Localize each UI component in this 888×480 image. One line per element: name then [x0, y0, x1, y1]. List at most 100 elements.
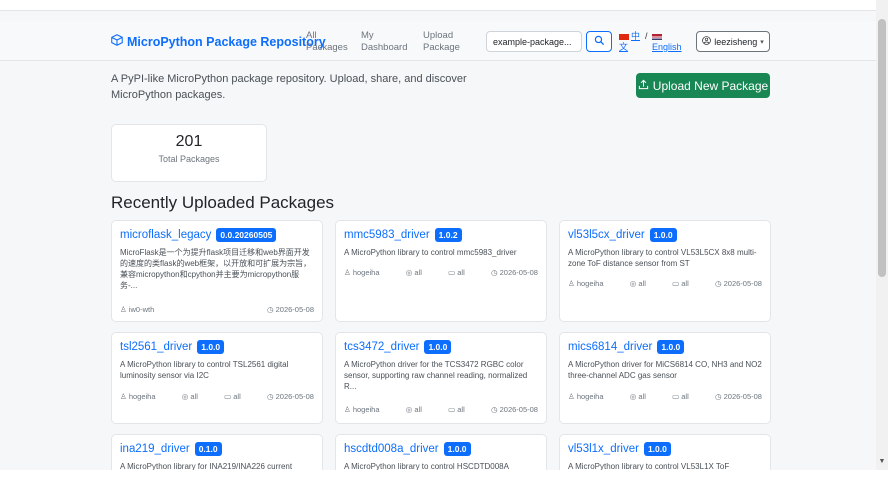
package-date: ◷ 2026-05-08 — [714, 392, 762, 401]
date-text: 2026-05-08 — [499, 405, 538, 414]
date-text: 2026-05-08 — [275, 305, 314, 314]
package-name-link[interactable]: hscdtd008a_driver — [344, 443, 439, 455]
date-text: 2026-05-08 — [275, 392, 314, 401]
nav-dash-line2: Dashboard — [361, 42, 408, 53]
scrollbar-thumb[interactable] — [878, 19, 886, 277]
lang-chinese-link[interactable]: 中 文 — [619, 31, 640, 53]
navbar: MicroPython Package Repository All Packa… — [0, 21, 876, 61]
platform-text: all — [638, 279, 646, 288]
search-icon — [594, 33, 605, 51]
package-firmware: ▭ all — [672, 392, 689, 401]
author-name: hogeiha — [128, 392, 156, 401]
author-name: hogeiha — [352, 405, 380, 414]
package-card[interactable]: ina219_driver 0.1.0 A MicroPython library… — [111, 434, 323, 470]
search-button[interactable] — [586, 31, 612, 52]
package-platform: ◎ all — [405, 268, 422, 277]
upload-button-label: Upload New Package — [652, 78, 769, 93]
package-author: ♙ hogeiha — [344, 405, 380, 414]
package-name-link[interactable]: vl53l5cx_driver — [568, 229, 645, 241]
upload-new-package-button[interactable]: Upload New Package — [636, 73, 770, 98]
browser-top-strip — [0, 0, 876, 11]
version-badge: 1.0.0 — [649, 228, 677, 242]
author-name: iw0-wth — [128, 305, 155, 314]
package-description: A MicroPython driver for the TCS3472 RGB… — [344, 360, 528, 391]
caret-down-icon: ▾ — [760, 38, 764, 46]
nav-upload-package[interactable]: Upload Package — [423, 30, 460, 54]
package-description: A MicroPython library to control TSL2561… — [120, 360, 289, 380]
package-description: MicroFlask是一个为提升flask项目迁移和web界面开发的速度的类fl… — [120, 248, 312, 290]
package-meta: ♙ hogeiha ◎ all ▭ all ◷ 2026-05-08 — [568, 392, 762, 401]
page-viewport: MicroPython Package Repository All Packa… — [0, 0, 876, 470]
package-platform: ◎ all — [629, 279, 646, 288]
platform-text: all — [190, 392, 198, 401]
package-card[interactable]: vl53l1x_driver 1.0.0 A MicroPython librar… — [559, 434, 771, 470]
package-meta: ♙ hogeiha ◎ all ▭ all ◷ 2026-05-08 — [344, 268, 538, 277]
package-description: A MicroPython library to control mmc5983… — [344, 248, 517, 257]
version-badge: 1.0.2 — [434, 228, 462, 242]
package-card[interactable]: hscdtd008a_driver 1.0.0 A MicroPython lib… — [335, 434, 547, 470]
user-menu-button[interactable]: leezisheng ▾ — [696, 31, 770, 52]
platform-text: all — [414, 268, 422, 277]
package-card[interactable]: tsl2561_driver 1.0.0 A MicroPython librar… — [111, 332, 323, 424]
firmware-text: all — [681, 279, 689, 288]
date-text: 2026-05-08 — [723, 392, 762, 401]
firmware-text: all — [457, 268, 465, 277]
package-description: A MicroPython library for INA219/INA226 … — [120, 462, 293, 470]
version-badge: 0.0.20260505 — [216, 228, 277, 242]
date-text: 2026-05-08 — [499, 268, 538, 277]
package-card[interactable]: mics6814_driver 1.0.0 A MicroPython drive… — [559, 332, 771, 424]
platform-text: all — [414, 405, 422, 414]
brand-link[interactable]: MicroPython Package Repository — [111, 34, 326, 49]
package-description: A MicroPython driver for MiCS6814 CO, NH… — [568, 360, 762, 380]
package-card[interactable]: microflask_legacy 0.0.20260505 MicroFlask… — [111, 220, 323, 322]
platform-text: all — [638, 392, 646, 401]
package-firmware: ▭ all — [448, 268, 465, 277]
package-card[interactable]: tcs3472_driver 1.0.0 A MicroPython driver… — [335, 332, 547, 424]
nav-my-dashboard[interactable]: My Dashboard — [361, 30, 407, 54]
user-icon — [702, 36, 712, 47]
package-meta: ♙ hogeiha ◎ all ▭ all ◷ 2026-05-08 — [120, 392, 314, 401]
package-meta: ♙ hogeiha ◎ all ▭ all ◷ 2026-05-08 — [344, 405, 538, 414]
package-icon — [111, 34, 123, 49]
search-input[interactable] — [486, 31, 582, 52]
lang-zh-top: 中 — [631, 31, 641, 41]
nav-upload-line1: Upload — [423, 30, 454, 41]
version-badge: 1.0.0 — [443, 442, 471, 456]
package-meta: ♙ hogeiha ◎ all ▭ all ◷ 2026-05-08 — [568, 279, 762, 288]
date-text: 2026-05-08 — [723, 279, 762, 288]
package-name-link[interactable]: mics6814_driver — [568, 341, 652, 353]
package-card[interactable]: mmc5983_driver 1.0.2 A MicroPython librar… — [335, 220, 547, 322]
lang-separator: / — [645, 31, 648, 41]
package-author: ♙ iw0-wth — [120, 305, 155, 314]
package-author: ♙ hogeiha — [568, 392, 604, 401]
brand-text: MicroPython Package Repository — [127, 34, 326, 49]
nav-all-line2: Packages — [306, 42, 348, 53]
package-platform: ◎ all — [405, 405, 422, 414]
package-author: ♙ hogeiha — [344, 268, 380, 277]
nav-all-packages[interactable]: All Packages — [306, 30, 348, 54]
lang-english-link[interactable]: English — [652, 31, 682, 53]
package-author: ♙ hogeiha — [120, 392, 156, 401]
package-name-link[interactable]: vl53l1x_driver — [568, 443, 639, 455]
package-description: A MicroPython library to control VL53L5C… — [568, 248, 757, 268]
package-name-link[interactable]: microflask_legacy — [120, 229, 211, 241]
package-date: ◷ 2026-05-08 — [266, 392, 314, 401]
package-name-link[interactable]: mmc5983_driver — [344, 229, 430, 241]
scroll-down-arrow-icon[interactable]: ▼ — [878, 458, 886, 465]
firmware-text: all — [233, 392, 241, 401]
package-platform: ◎ all — [629, 392, 646, 401]
lang-zh-bottom: 文 — [619, 42, 629, 52]
package-firmware: ▭ all — [448, 405, 465, 414]
package-description: A MicroPython library to control HSCDTD0… — [344, 462, 509, 470]
package-meta: ♙ iw0-wth ◷ 2026-05-08 — [120, 305, 314, 314]
firmware-text: all — [457, 405, 465, 414]
package-card[interactable]: vl53l5cx_driver 1.0.0 A MicroPython libra… — [559, 220, 771, 322]
vertical-scrollbar[interactable]: ▼ — [876, 0, 888, 470]
version-badge: 1.0.0 — [657, 340, 685, 354]
package-firmware: ▭ all — [672, 279, 689, 288]
package-platform: ◎ all — [181, 392, 198, 401]
package-name-link[interactable]: tcs3472_driver — [344, 341, 419, 353]
package-date: ◷ 2026-05-08 — [266, 305, 314, 314]
package-name-link[interactable]: tsl2561_driver — [120, 341, 192, 353]
package-name-link[interactable]: ina219_driver — [120, 443, 190, 455]
